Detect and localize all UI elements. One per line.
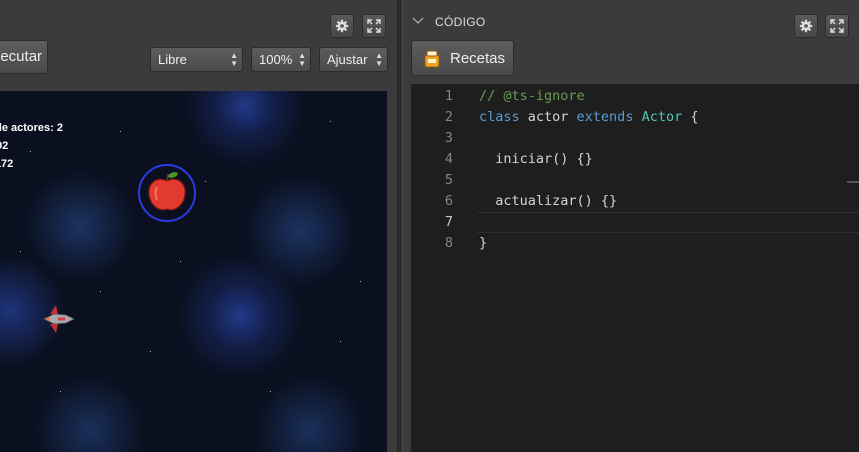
line-text: // @ts-ignore: [479, 86, 585, 107]
zoom-select[interactable]: 100% ▲ ▼: [251, 47, 311, 72]
recipes-button[interactable]: Recetas: [411, 40, 514, 76]
game-panel: Ejecutar Libre ▲▼ 100% ▲▼ Ajustar ▲▼ Can…: [0, 0, 397, 452]
expand-icon: [830, 19, 844, 33]
recipes-icon: [424, 50, 440, 68]
expand-icon: [367, 19, 381, 33]
line-number: 1: [444, 88, 453, 104]
line-number: 7: [444, 214, 453, 230]
scrollbar-marker[interactable]: [847, 181, 859, 183]
ship-actor[interactable]: [40, 301, 76, 337]
apple-actor[interactable]: [137, 163, 197, 223]
code-editor[interactable]: 1 // @ts-ignore 2 class actor extends Actor…: [411, 84, 859, 452]
recipes-button-label: Recetas: [450, 49, 506, 67]
line-number: 3: [444, 130, 453, 146]
code-panel-title: CÓDIGO: [435, 15, 486, 29]
zoom-select-value: 100%: [259, 52, 293, 67]
code-token: {: [682, 109, 699, 125]
chevron-down-icon[interactable]: [412, 17, 424, 25]
run-button-label: Ejecutar: [0, 48, 43, 65]
current-line-highlight: [477, 212, 859, 233]
code-token: Actor: [641, 109, 683, 125]
line-text: iniciar() {}: [479, 149, 593, 170]
line-number: 5: [444, 172, 453, 188]
mode-select-value: Libre: [158, 52, 187, 67]
code-line[interactable]: 4 iniciar() {}: [411, 149, 859, 170]
gear-icon: [799, 19, 813, 33]
code-token: iniciar() {}: [479, 151, 593, 167]
line-number: 6: [444, 193, 453, 209]
code-token: // @ts-ignore: [479, 88, 585, 104]
fit-select[interactable]: Ajustar ▲ ▼: [319, 47, 388, 72]
line-text: class actor extends Actor {: [479, 107, 699, 128]
hud-position-x: Posición X: 92: [0, 140, 9, 152]
hud: Cantidad de actores: 2 Posición X: 92 Po…: [0, 119, 63, 173]
line-number: 8: [444, 235, 453, 251]
line-number: 4: [444, 151, 453, 167]
gear-icon: [335, 19, 349, 33]
code-panel: CÓDIGO Recetas 1 // @ts-ignore 2 class acto…: [403, 0, 859, 452]
code-line[interactable]: 6 actualizar() {}: [411, 191, 859, 212]
mode-select[interactable]: Libre ▲ ▼: [150, 47, 243, 72]
game-settings-button[interactable]: [330, 14, 354, 38]
select-arrows-icon: ▲ ▼: [375, 50, 383, 68]
code-token: actualizar() {}: [479, 193, 618, 209]
hud-position-y: Posición Y: 172: [0, 158, 14, 170]
code-line[interactable]: 3: [411, 128, 859, 149]
code-token: class: [479, 109, 520, 125]
line-number: 2: [444, 109, 453, 125]
hud-actor-count: Cantidad de actores: 2: [0, 122, 63, 134]
code-line[interactable]: 2 class actor extends Actor {: [411, 107, 859, 128]
code-fullscreen-button[interactable]: [825, 14, 849, 38]
code-settings-button[interactable]: [794, 14, 818, 38]
game-canvas[interactable]: Cantidad de actores: 2 Posición X: 92 Po…: [0, 91, 387, 452]
fit-select-value: Ajustar: [327, 52, 368, 67]
code-line[interactable]: 8}: [411, 233, 859, 254]
code-token: extends: [576, 109, 634, 125]
code-token: }: [479, 235, 488, 251]
select-arrows-icon: ▲ ▼: [298, 50, 306, 68]
code-line[interactable]: 7: [411, 212, 859, 233]
code-line[interactable]: 1 // @ts-ignore: [411, 86, 859, 107]
code-token: actor: [519, 109, 577, 125]
run-button[interactable]: Ejecutar: [0, 40, 48, 74]
line-text: actualizar() {}: [479, 191, 617, 212]
code-line[interactable]: 5: [411, 170, 859, 191]
game-fullscreen-button[interactable]: [362, 14, 386, 38]
select-arrows-icon: ▲ ▼: [230, 50, 238, 68]
line-text: }: [479, 233, 487, 254]
